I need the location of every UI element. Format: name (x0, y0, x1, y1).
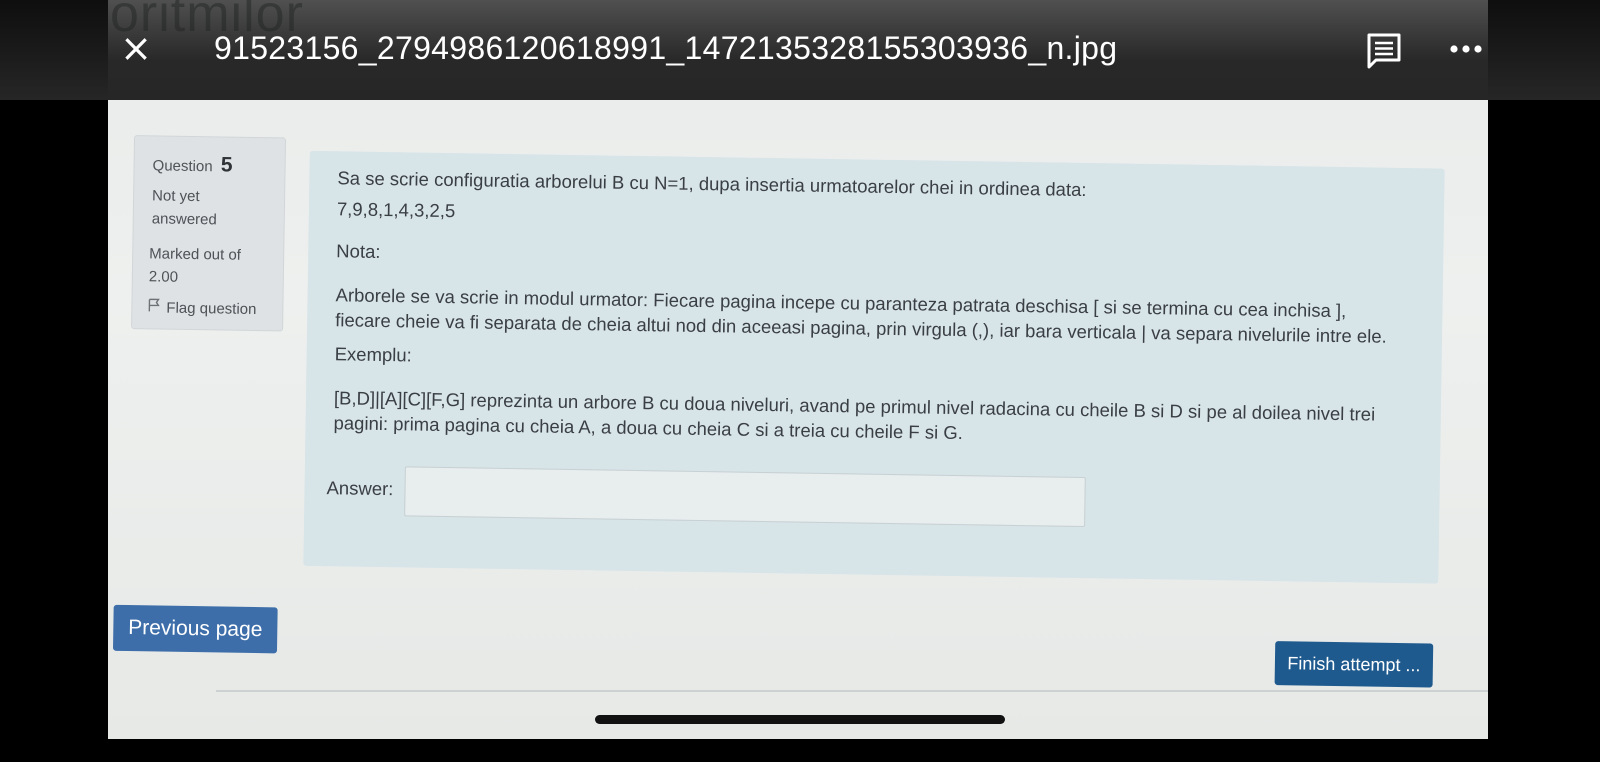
question-label-text: Question (152, 157, 213, 176)
more-options-icon[interactable] (1446, 34, 1486, 64)
close-icon[interactable]: × (118, 29, 154, 67)
question-content-box: Sa se scrie configuratia arborelui B cu … (303, 150, 1445, 584)
marked-line-1: Marked out of (149, 245, 242, 264)
question-prompt: Sa se scrie configuratia arborelui B cu … (337, 167, 1087, 201)
note-body: Arborele se va scrie in modul urmator: F… (335, 284, 1387, 347)
example-heading: Exemplu: (334, 343, 412, 366)
state-line-2: answered (151, 210, 217, 229)
question-number-label: Question 5 (152, 152, 232, 177)
finish-attempt-button[interactable]: Finish attempt ... (1274, 641, 1434, 688)
previous-page-button[interactable]: Previous page (112, 604, 278, 654)
question-keys: 7,9,8,1,4,3,2,5 (336, 198, 456, 222)
question-info-box: Question 5 Not yet answered Marked out o… (131, 135, 287, 332)
flag-icon (148, 298, 160, 315)
marked-line-2: 2.00 (148, 268, 179, 286)
quiz-page: Question 5 Not yet answered Marked out o… (0, 0, 1600, 762)
note-heading: Nota: (336, 240, 381, 262)
state-line-1: Not yet (151, 187, 200, 206)
comment-icon[interactable] (1364, 30, 1404, 70)
example-body: [B,D]|[A][C][F,G] reprezinta un arbore B… (333, 387, 1376, 444)
flag-question-label: Flag question (166, 299, 257, 319)
question-number: 5 (220, 153, 233, 177)
home-indicator[interactable] (595, 715, 1005, 724)
answer-input[interactable] (404, 466, 1086, 528)
question-state: Not yet answered (152, 184, 263, 232)
question-text: Sa se scrie configuratia arborelui B cu … (333, 165, 1398, 443)
question-grade: Marked out of 2.00 (149, 242, 270, 290)
flag-question-link[interactable]: Flag question (148, 298, 257, 319)
image-viewer-toolbar: × 91523156_2794986120618991_147213532815… (0, 0, 1600, 100)
image-filename: 91523156_2794986120618991_14721353281553… (214, 30, 1118, 66)
answer-label: Answer: (326, 477, 394, 500)
